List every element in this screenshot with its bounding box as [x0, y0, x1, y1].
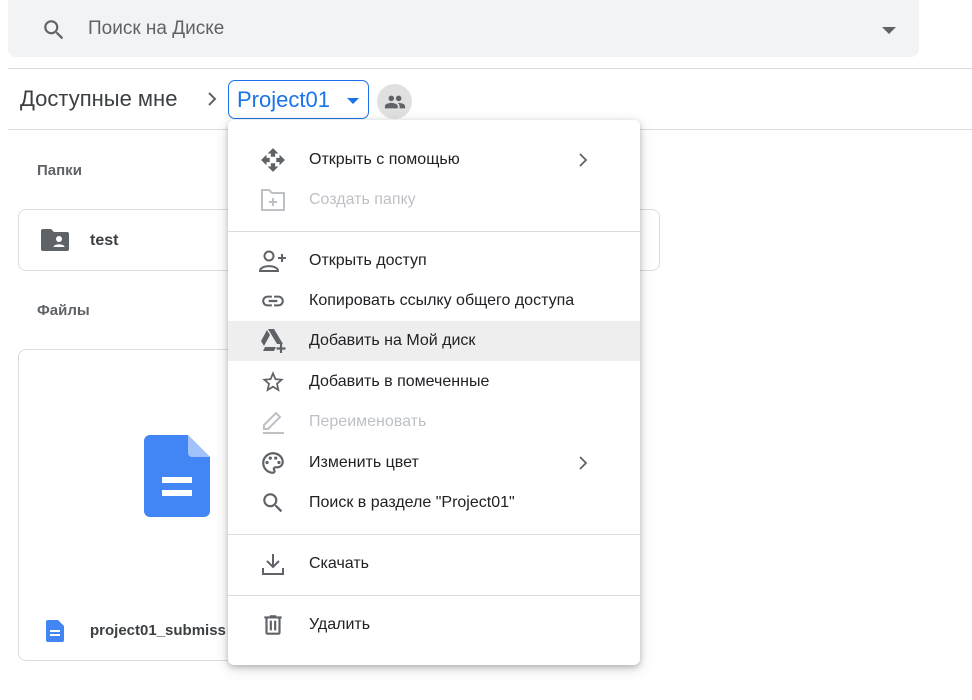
add-to-drive-icon	[259, 329, 287, 353]
search-bar[interactable]: Поиск на Диске	[8, 0, 919, 57]
menu-item-label: Изменить цвет	[309, 454, 419, 471]
google-docs-icon	[46, 620, 64, 642]
search-options-dropdown-icon[interactable]	[882, 27, 896, 34]
chevron-right-icon	[579, 456, 588, 470]
menu-item-label: Скачать	[309, 555, 369, 572]
search-icon	[259, 491, 287, 515]
breadcrumb-current-folder-button[interactable]: Project01	[228, 80, 369, 119]
menu-item-download[interactable]: Скачать	[228, 544, 640, 584]
search-input[interactable]: Поиск на Диске	[88, 17, 224, 41]
menu-item-add-to-my-drive[interactable]: Добавить на Мой диск	[228, 321, 640, 361]
menu-item-label: Открыть с помощью	[309, 151, 460, 168]
menu-item-label: Переименовать	[309, 413, 427, 430]
menu-item-label: Поиск в разделе "Project01"	[309, 494, 515, 511]
menu-item-rename[interactable]: Переименовать	[228, 402, 640, 442]
menu-item-label: Копировать ссылку общего доступа	[309, 292, 575, 309]
folder-name: test	[90, 232, 119, 249]
search-icon[interactable]	[41, 17, 67, 43]
menu-divider	[228, 595, 640, 596]
folders-section-label: Папки	[37, 162, 82, 179]
create-folder-icon	[259, 188, 287, 212]
chevron-right-icon	[579, 153, 588, 167]
shared-people-icon[interactable]	[377, 84, 412, 119]
menu-item-search-in-folder[interactable]: Поиск в разделе "Project01"	[228, 483, 640, 523]
menu-item-label: Создать папку	[309, 191, 416, 208]
menu-item-add-to-starred[interactable]: Добавить в помеченные	[228, 362, 640, 402]
menu-item-create-folder[interactable]: Создать папку	[228, 180, 640, 220]
open-with-icon	[259, 148, 287, 172]
breadcrumb-current-label: Project01	[237, 87, 330, 112]
menu-item-label: Удалить	[309, 616, 371, 633]
caret-down-icon	[347, 98, 359, 104]
menu-item-delete[interactable]: Удалить	[228, 605, 640, 645]
shared-folder-icon	[41, 229, 69, 251]
menu-divider	[228, 231, 640, 232]
divider	[8, 68, 972, 69]
menu-item-copy-link[interactable]: Копировать ссылку общего доступа	[228, 281, 640, 321]
files-section-label: Файлы	[37, 302, 90, 319]
link-icon	[259, 289, 287, 313]
palette-icon	[259, 451, 287, 475]
star-icon	[259, 370, 287, 394]
trash-icon	[259, 613, 287, 637]
download-icon	[259, 552, 287, 576]
people-icon	[384, 95, 405, 108]
breadcrumb: Доступные мне Project01	[0, 78, 972, 120]
file-name: project01_submiss	[90, 622, 226, 639]
menu-item-label: Добавить в помеченные	[309, 373, 490, 390]
context-menu: Открыть с помощью Создать папку Открыть …	[228, 120, 640, 665]
chevron-right-icon	[208, 92, 217, 106]
google-docs-icon	[144, 435, 210, 517]
pencil-icon	[259, 410, 287, 434]
menu-item-change-color[interactable]: Изменить цвет	[228, 443, 640, 483]
menu-divider	[228, 534, 640, 535]
add-person-icon	[259, 249, 287, 273]
menu-item-label: Открыть доступ	[309, 252, 427, 269]
menu-item-share[interactable]: Открыть доступ	[228, 241, 640, 281]
menu-item-label: Добавить на Мой диск	[309, 332, 476, 349]
breadcrumb-parent[interactable]: Доступные мне	[20, 86, 177, 112]
menu-item-open-with[interactable]: Открыть с помощью	[228, 140, 640, 180]
